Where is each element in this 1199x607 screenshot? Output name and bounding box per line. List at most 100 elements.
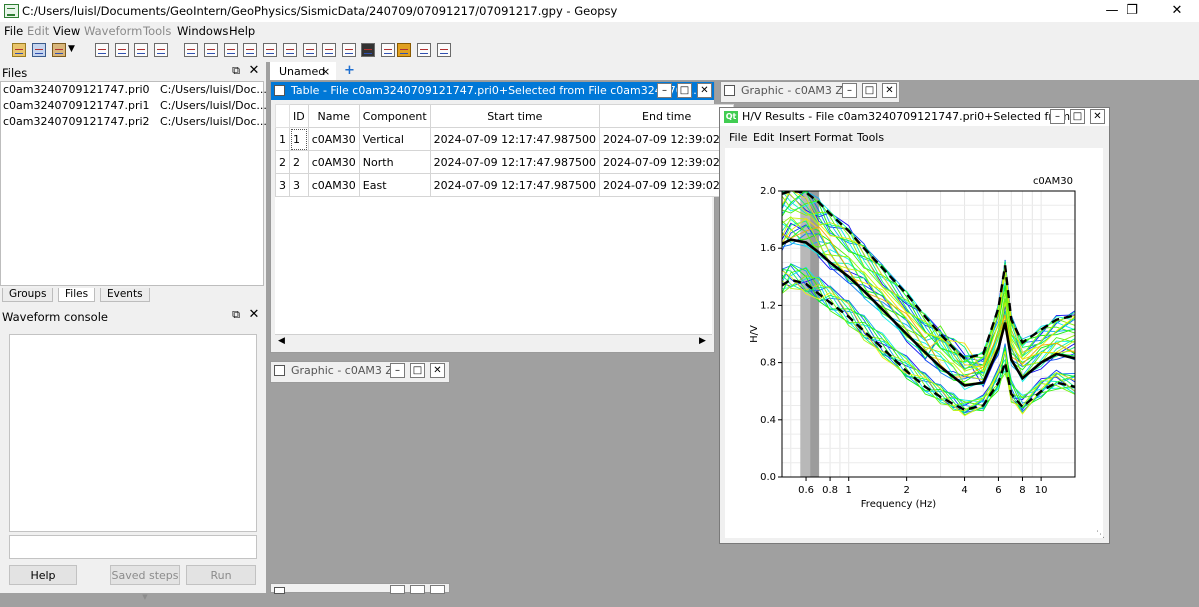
resize-grip-icon[interactable]: ⋱: [1096, 530, 1105, 540]
cell-id[interactable]: 1: [289, 127, 309, 151]
hv-window-title: H/V Results - File c0am3240709121747.pri…: [742, 110, 1085, 123]
run-button[interactable]: Run: [186, 565, 256, 585]
dock-tabs: Groups Files Events: [0, 288, 264, 302]
cell-start-time[interactable]: 2024-07-09 12:17:47.987500: [429, 150, 600, 174]
float-icon[interactable]: ⧉: [229, 64, 243, 78]
tab-files[interactable]: Files: [58, 288, 96, 302]
close-icon[interactable]: ✕: [430, 363, 445, 378]
cell-name[interactable]: c0AM30: [307, 150, 360, 174]
header-component[interactable]: Component: [358, 104, 431, 128]
map-icon[interactable]: [154, 43, 168, 57]
table-row[interactable]: 2 2 c0AM30 North 2024-07-09 12:17:47.987…: [275, 150, 735, 174]
maximize-icon[interactable]: □: [410, 363, 425, 378]
list-item[interactable]: c0am3240709121747.pri2 C:/Users/luisl/Do…: [3, 115, 267, 131]
cell-id[interactable]: 2: [289, 150, 309, 174]
cell-start-time[interactable]: 2024-07-09 12:17:47.987500: [429, 127, 600, 151]
cell-component[interactable]: Vertical: [358, 127, 431, 151]
maximize-icon[interactable]: □: [677, 83, 692, 98]
menu-windows[interactable]: Windows: [177, 24, 228, 38]
list-item[interactable]: c0am3240709121747.pri0 C:/Users/luisl/Do…: [3, 83, 267, 99]
minimize-icon[interactable]: –: [842, 83, 857, 98]
scroll-right-icon[interactable]: ▶: [699, 336, 706, 346]
close-icon[interactable]: ✕: [882, 83, 897, 98]
tab-unamed[interactable]: Unamed ×: [270, 62, 336, 80]
cell-name[interactable]: c0AM30: [307, 127, 360, 151]
table-icon[interactable]: [95, 43, 109, 57]
save-icon[interactable]: [32, 43, 46, 57]
table-window-titlebar[interactable]: Table - File c0am3240709121747.pri0+Sele…: [271, 82, 714, 100]
window-curve: [782, 191, 1075, 358]
scroll-left-icon[interactable]: ◀: [278, 336, 285, 346]
rotate-icon[interactable]: [342, 43, 356, 57]
minimize-icon[interactable]: –: [390, 363, 405, 378]
menu-edit[interactable]: Edit: [27, 24, 49, 38]
float-icon[interactable]: ⧉: [229, 308, 243, 322]
fk-icon[interactable]: [243, 43, 257, 57]
chart-alt-icon[interactable]: [437, 43, 451, 57]
maximize-icon[interactable]: ❐: [1112, 0, 1152, 22]
minimize-icon[interactable]: –: [657, 83, 672, 98]
console-editor[interactable]: [9, 334, 257, 532]
graphic-window-titlebar[interactable]: Graphic - c0AM3 Z – □ ✕: [721, 82, 899, 100]
close-dock-icon[interactable]: ✕: [247, 63, 261, 78]
chronogram-icon[interactable]: [134, 43, 148, 57]
spac-icon[interactable]: [283, 43, 297, 57]
close-icon[interactable]: ✕: [697, 83, 712, 98]
chart-icon[interactable]: [417, 43, 431, 57]
group-icon[interactable]: [303, 43, 317, 57]
structure-icon[interactable]: [224, 43, 238, 57]
hv-icon[interactable]: [204, 43, 218, 57]
help-button[interactable]: Help: [9, 565, 77, 585]
open-icon[interactable]: [12, 43, 26, 57]
hv-menu-insert[interactable]: Insert: [779, 131, 811, 144]
cell-component[interactable]: East: [358, 173, 431, 197]
maximize-icon[interactable]: □: [862, 83, 877, 98]
list-item[interactable]: c0am3240709121747.pri1 C:/Users/luisl/Do…: [3, 99, 267, 115]
cell-name[interactable]: c0AM30: [307, 173, 360, 197]
saved-steps-button[interactable]: Saved steps ▼: [110, 565, 180, 601]
maximize-icon[interactable]: □: [1070, 109, 1085, 124]
header-end-time[interactable]: End time: [598, 104, 735, 128]
tab-events[interactable]: Events: [100, 288, 150, 302]
add-tab-icon[interactable]: +: [344, 63, 355, 78]
close-icon[interactable]: ✕: [1157, 0, 1197, 22]
menu-view[interactable]: View: [53, 24, 80, 38]
particle-motion-icon[interactable]: [361, 43, 375, 57]
close-icon[interactable]: ✕: [1090, 109, 1105, 124]
hv-menu-format[interactable]: Format: [814, 131, 853, 144]
cell-component[interactable]: North: [358, 150, 431, 174]
tools-icon[interactable]: [52, 43, 66, 57]
menu-file[interactable]: File: [4, 24, 23, 38]
hv-menu-file[interactable]: File: [729, 131, 747, 144]
hv-menu-edit[interactable]: Edit: [753, 131, 774, 144]
menu-help[interactable]: Help: [229, 24, 255, 38]
header-name[interactable]: Name: [307, 104, 360, 128]
folder-icon[interactable]: [397, 43, 411, 57]
close-dock-icon[interactable]: ✕: [247, 307, 261, 322]
tab-close-icon[interactable]: ×: [321, 65, 330, 78]
hv-window-titlebar[interactable]: Qt H/V Results - File c0am3240709121747.…: [720, 108, 1109, 126]
cell-end-time[interactable]: 2024-07-09 12:39:02.8: [598, 150, 735, 174]
console-input[interactable]: [9, 535, 257, 559]
cell-end-time[interactable]: 2024-07-09 12:39:02.8: [598, 173, 735, 197]
menu-tools[interactable]: Tools: [143, 24, 171, 38]
spectrum-icon[interactable]: [184, 43, 198, 57]
filter-icon[interactable]: [381, 43, 395, 57]
minimize-icon[interactable]: –: [1050, 109, 1065, 124]
cell-start-time[interactable]: 2024-07-09 12:17:47.987500: [429, 173, 600, 197]
graphic-icon[interactable]: [115, 43, 129, 57]
tab-groups[interactable]: Groups: [2, 288, 54, 302]
hv-menu-tools[interactable]: Tools: [857, 131, 884, 144]
linear-fk-icon[interactable]: [263, 43, 277, 57]
horizontal-scrollbar[interactable]: ◀ ▶: [275, 334, 712, 350]
header-id[interactable]: ID: [289, 104, 309, 128]
menu-waveform[interactable]: Waveform: [84, 24, 142, 38]
table-row[interactable]: 1 1 c0AM30 Vertical 2024-07-09 12:17:47.…: [275, 127, 735, 151]
header-start-time[interactable]: Start time: [429, 104, 600, 128]
cell-id[interactable]: 3: [289, 173, 309, 197]
table-row[interactable]: 3 3 c0AM30 East 2024-07-09 12:17:47.9875…: [275, 173, 735, 197]
cell-end-time[interactable]: 2024-07-09 12:39:02.8: [598, 127, 735, 151]
damping-icon[interactable]: [322, 43, 336, 57]
graphic-window-titlebar[interactable]: Graphic - c0AM3 Z – □ ✕: [271, 362, 449, 380]
chevron-down-icon[interactable]: ▼: [68, 44, 75, 54]
